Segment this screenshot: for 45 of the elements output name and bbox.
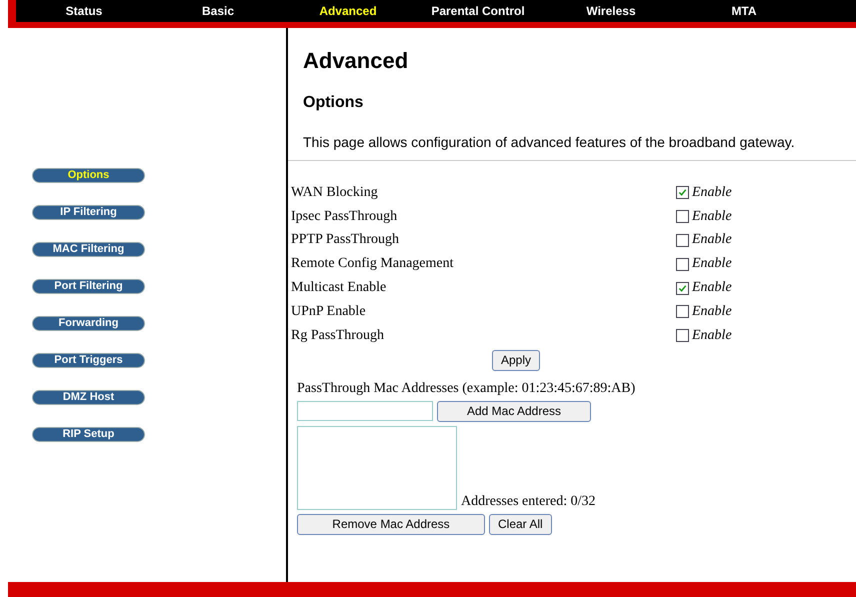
checkbox[interactable] — [676, 282, 689, 295]
nav-tab[interactable]: Wireless — [544, 4, 678, 18]
checkbox[interactable] — [676, 234, 689, 247]
sidebar-button[interactable]: MAC Filtering — [32, 242, 145, 257]
option-label: UPnP Enable — [291, 304, 367, 320]
sidebar-button[interactable]: IP Filtering — [32, 205, 145, 220]
enable-label: Enable — [692, 328, 732, 344]
mac-address-field[interactable] — [297, 400, 433, 421]
sidebar-button[interactable]: Options — [32, 168, 145, 183]
sidebar-button[interactable]: RIP Setup — [32, 427, 145, 442]
option-label: Ipsec PassThrough — [291, 208, 398, 225]
sidebar-button[interactable]: Forwarding — [32, 316, 145, 331]
addresses-count: Addresses entered: 0/32 — [461, 494, 596, 510]
option-label: Rg PassThrough — [291, 328, 385, 344]
checkbox[interactable] — [676, 186, 689, 200]
nav-tab[interactable]: MTA — [678, 4, 810, 18]
page-title: Advanced — [303, 48, 410, 74]
checkbox[interactable] — [676, 210, 689, 224]
page-description: This page allows configuration of advanced features of the broadband gateway. — [303, 134, 796, 150]
enable-label: Enable — [692, 208, 732, 225]
option-label: Multicast Enable — [291, 280, 388, 296]
checkbox[interactable] — [676, 329, 689, 342]
nav-tab[interactable]: Parental Control — [412, 4, 544, 18]
apply-button[interactable]: Apply — [492, 350, 540, 371]
enable-label: Enable — [692, 256, 732, 272]
mac-address-label: PassThrough Mac Addresses (example: 01:23:45:67:89:AB) — [297, 380, 636, 397]
checkbox[interactable] — [676, 305, 689, 318]
nav-tab[interactable]: Basic — [152, 4, 284, 18]
option-label: WAN Blocking — [291, 184, 379, 201]
add-mac-button[interactable]: Add Mac Address — [437, 400, 591, 422]
clear-all-button[interactable]: Clear All — [489, 514, 552, 535]
enable-label: Enable — [692, 232, 732, 248]
section-title: Options — [303, 94, 364, 112]
enable-label: Enable — [692, 280, 732, 296]
enable-label: Enable — [692, 184, 732, 201]
nav-tab[interactable]: Status — [16, 4, 152, 18]
remove-mac-button[interactable]: Remove Mac Address — [297, 514, 485, 535]
sidebar-button[interactable]: Port Triggers — [32, 353, 145, 368]
enable-label: Enable — [692, 304, 732, 320]
sidebar-button[interactable]: Port Filtering — [32, 279, 145, 294]
option-label: Remote Config Management — [291, 256, 455, 272]
option-label: PPTP PassThrough — [291, 232, 400, 248]
sidebar-button[interactable]: DMZ Host — [32, 390, 145, 405]
checkbox[interactable] — [676, 258, 689, 271]
nav-tab[interactable]: Advanced — [284, 4, 412, 18]
